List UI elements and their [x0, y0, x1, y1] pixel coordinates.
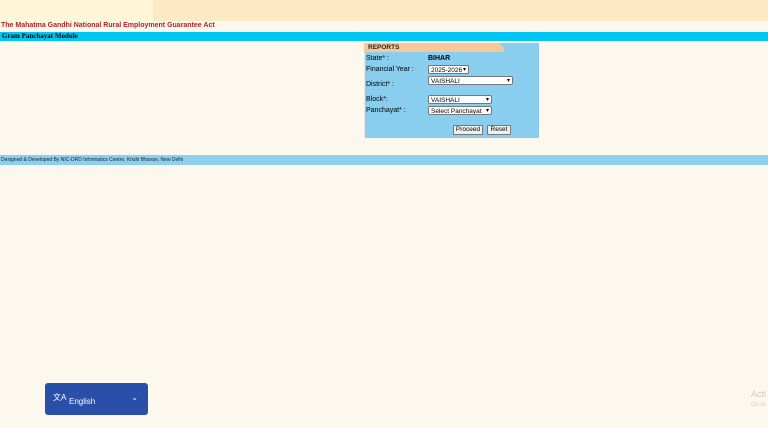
module-title: Gram Panchayat Module	[2, 32, 78, 40]
district-value: VAISHALI	[431, 78, 460, 85]
top-banner	[0, 0, 768, 21]
reset-button[interactable]: Reset	[487, 125, 511, 135]
panchayat-value: Select Panchayat	[431, 108, 482, 115]
footer-bar: Designed & Developed By NIC-DRD Informat…	[0, 155, 768, 165]
reports-tab-label: REPORTS	[368, 44, 400, 51]
language-label: English	[69, 397, 96, 406]
state-value: BIHAR	[428, 55, 451, 62]
chevron-down-icon: ▾	[506, 78, 510, 84]
district-select[interactable]: VAISHALI ▾	[428, 76, 513, 85]
footer-credit: Designed & Developed By NIC-DRD Informat…	[1, 157, 184, 163]
block-select[interactable]: VAISHALI ▾	[428, 95, 492, 104]
watermark-line1: Acti	[751, 389, 767, 399]
financial-year-value: 2025-2026	[431, 67, 463, 74]
state-label: State* :	[366, 55, 389, 62]
block-label: Block*:	[366, 96, 388, 103]
proceed-button[interactable]: Proceed	[453, 125, 483, 135]
reports-tab: REPORTS	[364, 43, 504, 52]
financial-year-select[interactable]: 2025-2026 ▾	[428, 65, 469, 74]
chevron-down-icon: ▾	[485, 108, 489, 114]
panchayat-label: Panchayat* :	[366, 107, 406, 114]
activation-watermark: Acti Go to	[751, 389, 766, 411]
app-title: The Mahatma Gandhi National Rural Employ…	[1, 22, 215, 29]
module-bar: Gram Panchayat Module	[0, 32, 768, 41]
panchayat-select[interactable]: Select Panchayat ▾	[428, 106, 492, 115]
chevron-down-icon: ▾	[462, 67, 466, 73]
district-label: District* :	[366, 81, 394, 88]
translate-icon: 文A	[53, 393, 67, 402]
language-selector[interactable]: 文A English ⌄	[45, 383, 148, 415]
watermark-line2: Go to	[751, 402, 766, 408]
logo-area	[0, 0, 153, 21]
block-value: VAISHALI	[431, 97, 460, 104]
reports-panel	[364, 43, 539, 138]
chevron-down-icon: ⌄	[131, 393, 138, 402]
chevron-down-icon: ▾	[485, 97, 489, 103]
financial-year-label: Financial Year :	[366, 66, 414, 73]
